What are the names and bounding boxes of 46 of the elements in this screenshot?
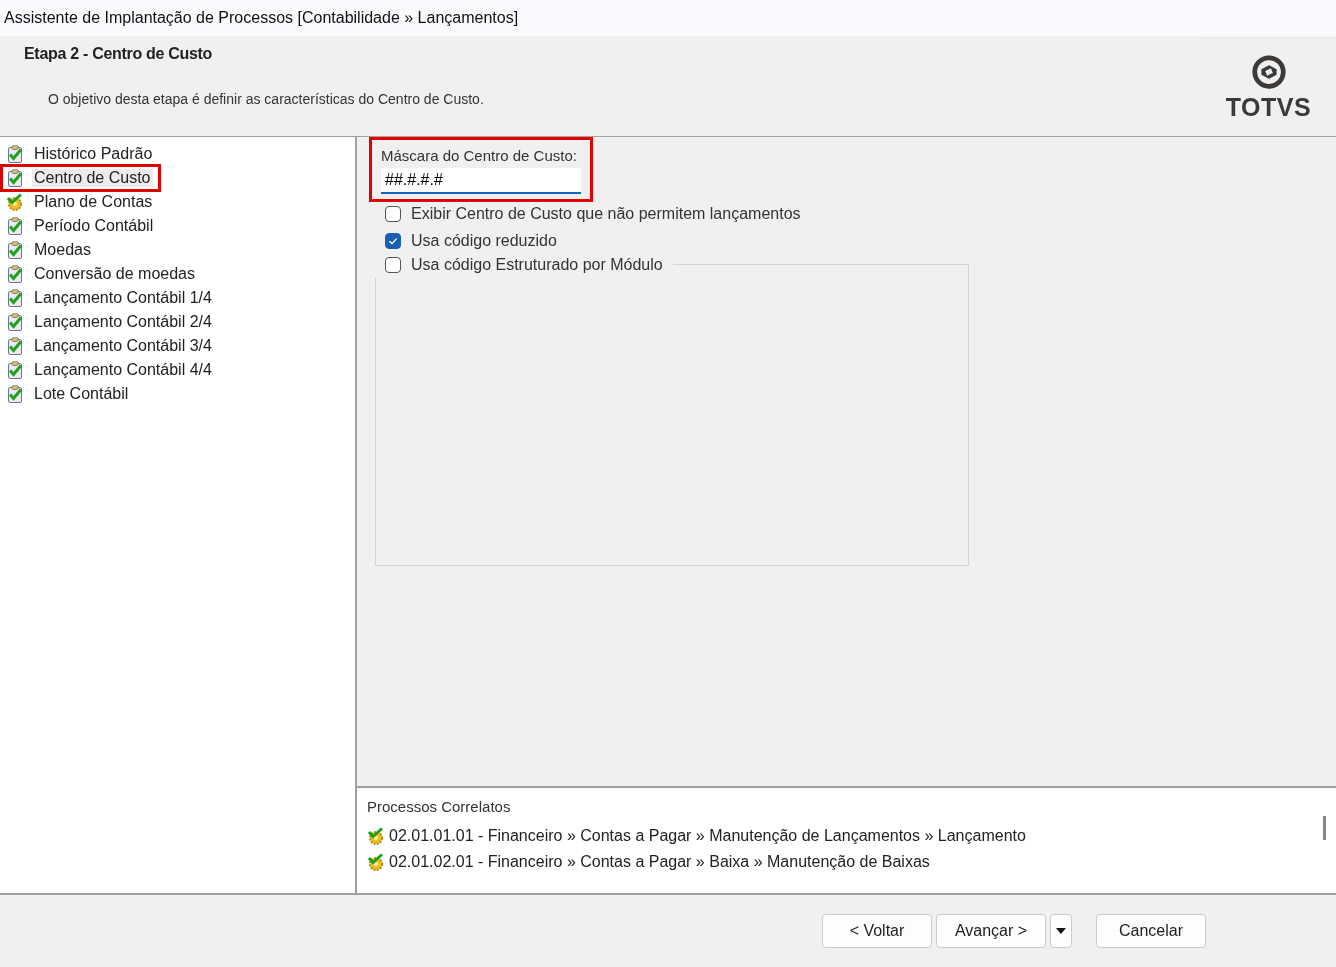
checked-clipboard-icon (6, 361, 24, 379)
checkbox-label: Usa código Estruturado por Módulo (411, 255, 663, 274)
checked-clipboard-icon (6, 241, 24, 259)
step-item[interactable]: Lançamento Contábil 4/4 (32, 361, 214, 379)
step-item[interactable]: Centro de Custo (32, 169, 153, 187)
cancel-button[interactable]: Cancelar (1096, 914, 1206, 948)
step-item[interactable]: Histórico Padrão (32, 145, 155, 163)
checked-clipboard-icon (6, 337, 24, 355)
checked-clipboard-icon (6, 145, 24, 163)
gear-check-icon (367, 853, 385, 871)
step-item[interactable]: Moedas (32, 241, 93, 259)
gear-check-icon (367, 827, 385, 845)
step-item[interactable]: Lançamento Contábil 3/4 (32, 337, 214, 355)
caret-icon (1056, 928, 1066, 934)
step-item[interactable]: Período Contábil (32, 217, 156, 235)
back-button[interactable]: < Voltar (822, 914, 932, 948)
step-item[interactable]: Plano de Contas (32, 193, 155, 211)
step-description: O objetivo desta etapa é definir as características do Centro de Custo. (47, 91, 484, 107)
checkbox-label: Exibir Centro de Custo que não permitem lançamentos (411, 204, 801, 223)
checkbox[interactable] (385, 256, 401, 273)
checkbox[interactable] (385, 205, 401, 222)
process-link[interactable]: 02.01.01.01 - Financeiro » Contas a Pagar » Manutenção de Lançamentos » Lançamento (389, 827, 1026, 845)
dropdown-button[interactable] (1050, 914, 1072, 948)
step-item[interactable]: Lançamento Contábil 1/4 (32, 289, 214, 307)
checked-clipboard-icon (6, 313, 24, 331)
step-item[interactable]: Lançamento Contábil 2/4 (32, 313, 214, 331)
field-label: Máscara do Centro de Custo: (381, 147, 578, 164)
step-item[interactable]: Conversão de moedas (32, 265, 197, 283)
checkbox-label: Usa código reduzido (411, 231, 557, 250)
step-item[interactable]: Lote Contábil (32, 385, 131, 403)
logo-icon (1249, 53, 1288, 91)
checked-clipboard-icon (6, 385, 24, 403)
window-title: Assistente de Implantação de Processos [Contabilidade » Lançamentos] (4, 9, 519, 27)
next-button[interactable]: Avançar > (936, 914, 1046, 948)
gear-check-icon (6, 193, 24, 211)
checkbox[interactable] (385, 232, 401, 249)
logo-text: TOTVS (1225, 93, 1312, 122)
section-title: Processos Correlatos (367, 798, 512, 815)
step-title: Etapa 2 - Centro de Custo (24, 45, 214, 63)
checked-clipboard-icon (6, 169, 24, 187)
process-link[interactable]: 02.01.02.01 - Financeiro » Contas a Pagar » Baixa » Manutenção de Baixas (389, 853, 930, 871)
scrollbar-thumb[interactable] (1323, 816, 1326, 840)
checked-clipboard-icon (6, 289, 24, 307)
mask-input-field[interactable]: ##.#.#.# (381, 168, 581, 194)
checked-clipboard-icon (6, 265, 24, 283)
checked-clipboard-icon (6, 217, 24, 235)
